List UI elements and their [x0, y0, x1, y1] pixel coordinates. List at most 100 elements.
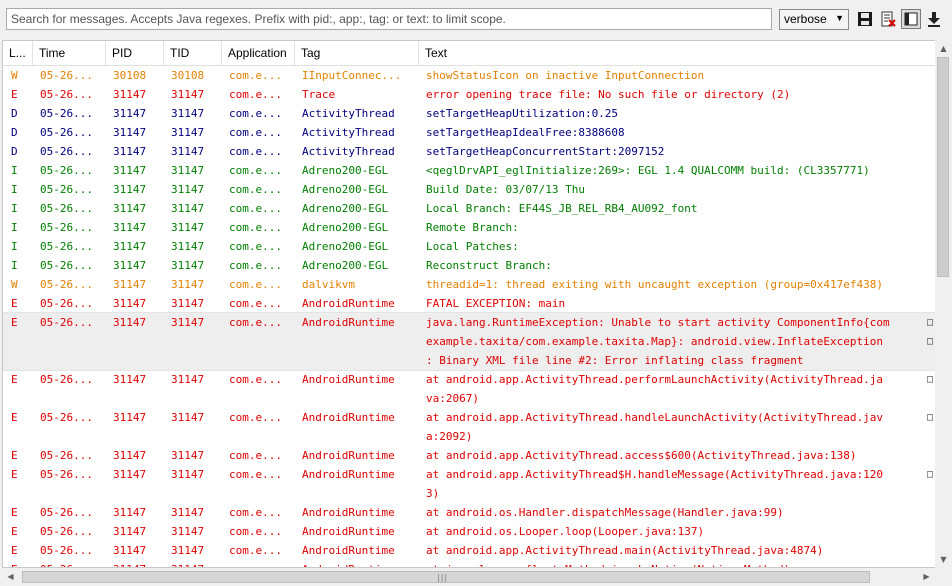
application-cell: com.e... — [229, 183, 282, 196]
tag-cell: Adreno200-EGL — [302, 164, 389, 177]
message-line: threadid=1: thread exiting with uncaught… — [426, 278, 883, 291]
log-row[interactable]: E 05-26... 31147 31147 com.e... AndroidRuntim… — [3, 560, 935, 567]
tag-cell: ActivityThread — [302, 107, 395, 120]
column-header-application[interactable]: Application — [222, 41, 295, 65]
log-row[interactable]: W 05-26... 31147 31147 com.e... dalvikvm threa… — [3, 275, 935, 294]
log-row[interactable]: D 05-26... 31147 31147 com.e... ActivityThrea… — [3, 123, 935, 142]
pid-cell: 31147 — [113, 411, 147, 424]
level-cell: E — [11, 544, 18, 557]
application-cell: com.e... — [229, 468, 282, 481]
scroll-right-icon[interactable]: ▶ — [918, 568, 935, 586]
message-cell: Local Branch: EF44S_JB_REL_RB4_AU092_fon… — [426, 199, 931, 218]
time-cell: 05-26... — [40, 297, 93, 310]
horizontal-scrollbar[interactable]: ◀ ||| ▶ — [2, 568, 935, 586]
time-cell: 05-26... — [40, 278, 93, 291]
toggle-filters-button[interactable] — [901, 9, 921, 29]
message-cell: at android.app.ActivityThread.access$600… — [426, 446, 931, 465]
tid-cell: 31147 — [171, 544, 205, 557]
log-row[interactable]: E 05-26... 31147 31147 com.e... AndroidRuntim… — [3, 312, 935, 371]
chevron-down-icon: ▼ — [835, 13, 844, 23]
log-row[interactable]: E 05-26... 31147 31147 com.e... AndroidRuntim… — [3, 465, 935, 503]
vertical-scrollbar[interactable]: ▲ ▼ — [935, 40, 952, 568]
message-cell: java.lang.RuntimeException: Unable to st… — [426, 313, 931, 370]
tid-cell: 30108 — [171, 69, 205, 82]
log-row[interactable]: E 05-26... 31147 31147 com.e... AndroidRuntim… — [3, 294, 935, 313]
message-line: Build Date: 03/07/13 Thu — [426, 183, 585, 196]
level-cell: D — [11, 126, 18, 139]
time-cell: 05-26... — [40, 373, 93, 386]
vertical-scroll-thumb[interactable] — [937, 57, 949, 277]
log-row[interactable]: D 05-26... 31147 31147 com.e... ActivityThrea… — [3, 104, 935, 123]
tid-cell: 31147 — [171, 506, 205, 519]
application-cell: com.e... — [229, 107, 282, 120]
log-table: L... Time PID TID Application Tag Text W… — [2, 40, 936, 568]
save-button[interactable] — [855, 9, 875, 29]
clear-log-button[interactable] — [878, 9, 898, 29]
scroll-lock-button[interactable] — [924, 9, 944, 29]
log-row[interactable]: I 05-26... 31147 31147 com.e... Adreno200-EGL… — [3, 237, 935, 256]
message-line: java.lang.RuntimeException: Unable to st… — [426, 316, 890, 329]
message-line: a:2092) — [426, 430, 473, 443]
log-row[interactable]: E 05-26... 31147 31147 com.e... Trace error op… — [3, 85, 935, 104]
clear-log-icon — [881, 11, 896, 27]
log-row[interactable]: I 05-26... 31147 31147 com.e... Adreno200-EGL… — [3, 199, 935, 218]
level-cell: W — [11, 69, 18, 82]
level-cell: E — [11, 88, 18, 101]
application-cell: com.e... — [229, 297, 282, 310]
application-cell: com.e... — [229, 221, 282, 234]
log-level-select[interactable]: verbose ▼ — [779, 9, 849, 30]
message-cell: setTargetHeapUtilization:0.25 — [426, 104, 931, 123]
tid-cell: 31147 — [171, 240, 205, 253]
table-header: L... Time PID TID Application Tag Text — [3, 41, 935, 66]
pid-cell: 31147 — [113, 145, 147, 158]
level-cell: D — [11, 107, 18, 120]
tag-cell: AndroidRuntime — [302, 525, 395, 538]
log-row[interactable]: E 05-26... 31147 31147 com.e... AndroidRuntim… — [3, 370, 935, 408]
level-cell: I — [11, 221, 18, 234]
tag-cell: AndroidRuntime — [302, 506, 395, 519]
log-row[interactable]: I 05-26... 31147 31147 com.e... Adreno200-EGL… — [3, 256, 935, 275]
log-row[interactable]: W 05-26... 30108 30108 com.e... IInputConnec.… — [3, 66, 935, 85]
log-row[interactable]: E 05-26... 31147 31147 com.e... AndroidRuntim… — [3, 408, 935, 446]
scroll-left-icon[interactable]: ◀ — [2, 568, 19, 586]
tid-cell: 31147 — [171, 88, 205, 101]
application-cell: com.e... — [229, 240, 282, 253]
time-cell: 05-26... — [40, 316, 93, 329]
log-row[interactable]: E 05-26... 31147 31147 com.e... AndroidRuntim… — [3, 503, 935, 522]
log-row[interactable]: E 05-26... 31147 31147 com.e... AndroidRuntim… — [3, 522, 935, 541]
column-header-pid[interactable]: PID — [106, 41, 164, 65]
message-line: example.taxita/com.example.taxita.Map}: … — [426, 335, 883, 348]
horizontal-scroll-thumb[interactable]: ||| — [22, 571, 870, 583]
column-header-tid[interactable]: TID — [164, 41, 222, 65]
scroll-down-icon[interactable]: ▼ — [935, 551, 952, 568]
log-row[interactable]: E 05-26... 31147 31147 com.e... AndroidRuntim… — [3, 446, 935, 465]
message-line: showStatusIcon on inactive InputConnecti… — [426, 69, 705, 82]
application-cell: com.e... — [229, 278, 282, 291]
tag-cell: ActivityThread — [302, 145, 395, 158]
pid-cell: 31147 — [113, 259, 147, 272]
scroll-up-icon[interactable]: ▲ — [935, 40, 952, 57]
time-cell: 05-26... — [40, 107, 93, 120]
log-row[interactable]: I 05-26... 31147 31147 com.e... Adreno200-EGL… — [3, 161, 935, 180]
column-header-level[interactable]: L... — [3, 41, 33, 65]
pid-cell: 31147 — [113, 221, 147, 234]
column-header-text[interactable]: Text — [419, 41, 935, 65]
tag-cell: Adreno200-EGL — [302, 259, 389, 272]
log-row[interactable]: D 05-26... 31147 31147 com.e... ActivityThrea… — [3, 142, 935, 161]
logcat-toolbar: verbose ▼ — [0, 0, 952, 38]
log-row[interactable]: E 05-26... 31147 31147 com.e... AndroidRuntim… — [3, 541, 935, 560]
column-header-time[interactable]: Time — [33, 41, 106, 65]
message-cell: Reconstruct Branch: — [426, 256, 931, 275]
message-cell: error opening trace file: No such file o… — [426, 85, 931, 104]
pid-cell: 31147 — [113, 373, 147, 386]
pid-cell: 30108 — [113, 69, 147, 82]
save-icon — [858, 12, 872, 26]
level-cell: E — [11, 297, 18, 310]
message-line: Local Branch: EF44S_JB_REL_RB4_AU092_fon… — [426, 202, 698, 215]
message-cell: showStatusIcon on inactive InputConnecti… — [426, 66, 931, 85]
search-input[interactable] — [6, 8, 772, 30]
log-row[interactable]: I 05-26... 31147 31147 com.e... Adreno200-EGL… — [3, 218, 935, 237]
log-row[interactable]: I 05-26... 31147 31147 com.e... Adreno200-EGL… — [3, 180, 935, 199]
column-header-tag[interactable]: Tag — [295, 41, 419, 65]
tag-cell: AndroidRuntime — [302, 411, 395, 424]
